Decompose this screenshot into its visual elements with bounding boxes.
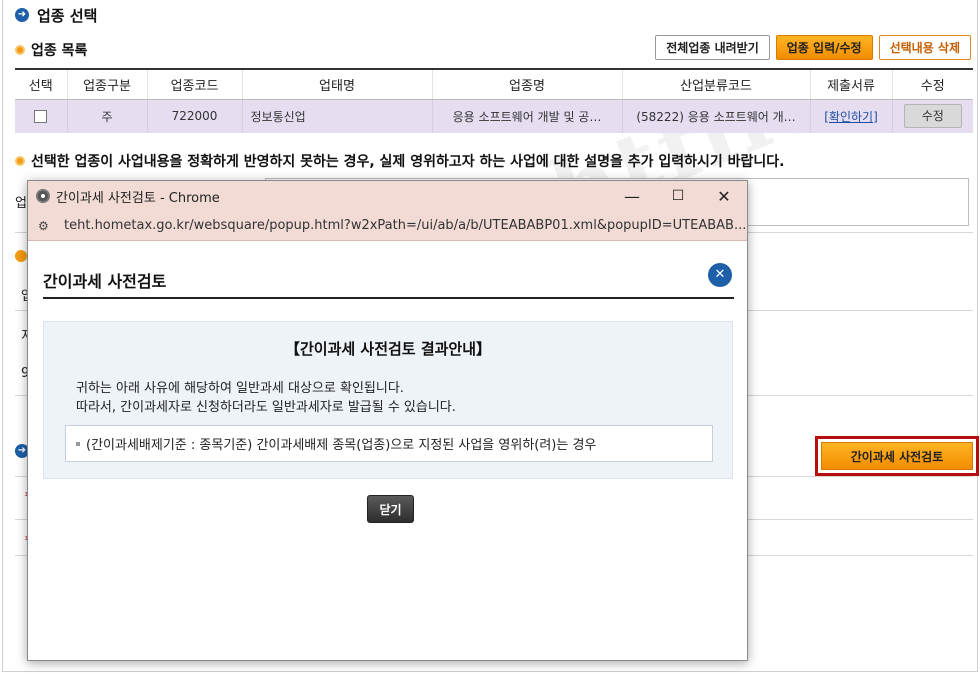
simplified-tax-review-button[interactable]: 간이과세 사전검토 (821, 442, 973, 470)
page-title: 업종 선택 (37, 6, 98, 25)
minimize-icon[interactable]: — (609, 181, 655, 211)
result-box: 【간이과세 사전검토 결과안내】 귀하는 아래 사유에 해당하여 일반과세 대상… (43, 321, 733, 479)
reason-box: (간이과세배제기준 : 종목기준) 간이과세배제 종목(업종)으로 지정된 사업… (65, 425, 713, 462)
col-business-name: 업종명 (432, 68, 623, 100)
row-business-type: 정보통신업 (242, 99, 433, 133)
row-type: 주 (67, 99, 148, 133)
result-line-2: 따라서, 간이과세자로 신청하더라도 일반과세자로 발급될 수 있습니다. (76, 400, 456, 415)
row-checkbox[interactable] (34, 110, 48, 124)
col-type: 업종구분 (67, 68, 148, 100)
review-button-highlight: 간이과세 사전검토 (815, 436, 979, 476)
row-docs-cell: [확인하기] (810, 99, 893, 133)
col-business-type: 업태명 (242, 68, 433, 100)
download-all-button[interactable]: 전체업종 내려받기 (655, 35, 770, 60)
chrome-icon (36, 189, 50, 203)
col-code: 업종코드 (147, 68, 243, 100)
row-edit-button[interactable]: 수정 (903, 104, 962, 129)
col-select: 선택 (15, 68, 68, 100)
reason-text: (간이과세배제기준 : 종목기준) 간이과세배제 종목(업종)으로 지정된 사업… (86, 438, 597, 453)
arrow-circle-icon: ➜ (15, 8, 29, 22)
window-titlebar[interactable]: 간이과세 사전검토 - Chrome — ☐ ✕ (28, 181, 747, 211)
popup-title: 간이과세 사전검토 (43, 272, 167, 291)
bullet-icon (15, 156, 25, 166)
partial-label: 업 (15, 196, 27, 211)
maximize-icon[interactable]: ☐ (655, 181, 701, 211)
popup-header: 간이과세 사전검토 ✕ (43, 263, 734, 299)
input-edit-button[interactable]: 업종 입력/수정 (775, 35, 873, 60)
address-bar: ⚙ teht.hometax.go.kr/websquare/popup.htm… (28, 211, 747, 241)
close-icon[interactable]: ✕ (708, 263, 732, 287)
window-title: 간이과세 사전검토 - Chrome (56, 190, 220, 206)
result-line-1: 귀하는 아래 사유에 해당하여 일반과세 대상으로 확인됩니다. (76, 381, 404, 396)
section-title: 업종 목록 (31, 43, 88, 59)
bullet-icon (15, 250, 27, 262)
row-select-cell (15, 99, 68, 133)
business-table: 선택 업종구분 업종코드 업태명 업종명 산업분류코드 제출서류 수정 주 72… (15, 68, 973, 133)
delete-selected-button[interactable]: 선택내용 삭제 (878, 35, 971, 60)
row-edit-cell: 수정 (892, 99, 973, 133)
bullet-icon (15, 45, 25, 55)
popup-window: 간이과세 사전검토 - Chrome — ☐ ✕ ⚙ teht.hometax.… (27, 180, 748, 661)
bullet-icon (76, 441, 80, 446)
row-industry-code: (58222) 응용 소프트웨어 개… (622, 99, 811, 133)
col-documents: 제출서류 (810, 68, 893, 100)
table-header-row: 선택 업종구분 업종코드 업태명 업종명 산업분류코드 제출서류 수정 (15, 68, 973, 100)
col-industry-code: 산업분류코드 (622, 68, 811, 100)
site-settings-icon[interactable]: ⚙ (38, 219, 54, 233)
row-business-name: 응용 소프트웨어 개발 및 공… (432, 99, 623, 133)
page-title-row: ➜ 업종 선택 (15, 4, 97, 26)
row-code: 722000 (147, 99, 243, 133)
url-text[interactable]: teht.hometax.go.kr/websquare/popup.html?… (64, 218, 746, 233)
toolbar: 전체업종 내려받기 업종 입력/수정 선택내용 삭제 (655, 35, 971, 60)
window-controls: — ☐ ✕ (609, 181, 747, 211)
result-title: 【간이과세 사전검토 결과안내】 (284, 340, 492, 358)
notice-row: 선택한 업종이 사업내용을 정확하게 반영하지 못하는 경우, 실제 영위하고자… (15, 151, 785, 171)
docs-link[interactable]: [확인하기] (824, 110, 878, 124)
col-edit: 수정 (892, 68, 973, 100)
table-row: 주 722000 정보통신업 응용 소프트웨어 개발 및 공… (58222) … (15, 99, 973, 133)
notice-text: 선택한 업종이 사업내용을 정확하게 반영하지 못하는 경우, 실제 영위하고자… (31, 154, 785, 170)
close-window-icon[interactable]: ✕ (701, 181, 747, 211)
section-business-list: 업종 목록 (15, 40, 87, 60)
close-button[interactable]: 닫기 (367, 495, 414, 523)
